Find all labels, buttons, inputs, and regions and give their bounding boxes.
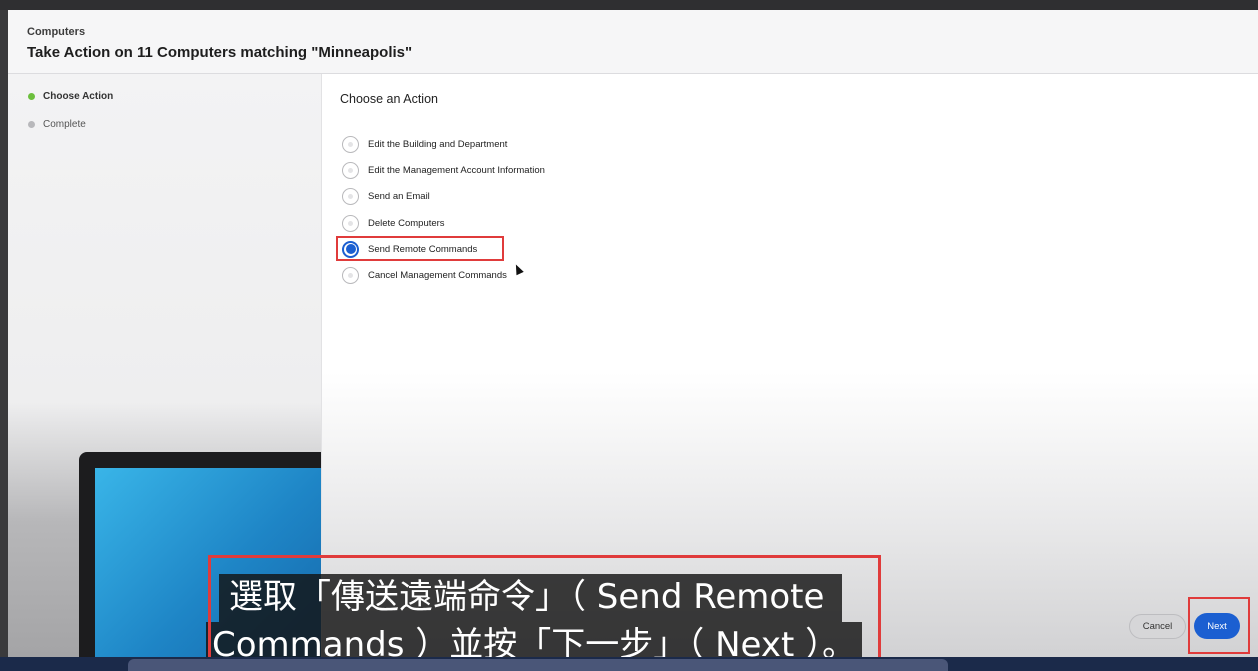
radio-icon[interactable] (342, 135, 359, 153)
step-complete: Complete (28, 119, 86, 130)
selected-option-highlight (336, 236, 504, 261)
option-label: Edit the Building and Department (368, 138, 508, 150)
option-delete-computers[interactable]: Delete Computers (342, 213, 445, 233)
next-button-highlight (1188, 597, 1250, 654)
page-title: Take Action on 11 Computers matching "Mi… (27, 44, 413, 61)
step-choose-action: Choose Action (28, 91, 113, 102)
radio-icon[interactable] (342, 266, 359, 284)
breadcrumb[interactable]: Computers (27, 26, 85, 38)
step-pending-dot-icon (28, 121, 35, 128)
option-label: Delete Computers (368, 217, 445, 229)
window-top-strip (0, 0, 1258, 10)
step-label: Choose Action (43, 91, 114, 102)
option-cancel-management-commands[interactable]: Cancel Management Commands (342, 265, 507, 285)
option-label: Send an Email (368, 190, 430, 202)
option-label: Edit the Management Account Information (368, 164, 545, 176)
radio-icon[interactable] (342, 214, 359, 232)
step-label: Complete (43, 119, 86, 130)
option-label: Cancel Management Commands (368, 269, 507, 281)
section-heading: Choose an Action (340, 92, 438, 106)
option-edit-management-account[interactable]: Edit the Management Account Information (342, 160, 545, 180)
page-header: Computers Take Action on 11 Computers ma… (8, 10, 1258, 74)
option-send-email[interactable]: Send an Email (342, 186, 430, 206)
option-edit-building-department[interactable]: Edit the Building and Department (342, 134, 507, 154)
caption-highlight (208, 555, 881, 669)
step-active-dot-icon (28, 93, 35, 100)
dock-bar (0, 657, 1258, 671)
radio-icon[interactable] (342, 187, 359, 205)
dock-tray (128, 659, 948, 671)
radio-icon[interactable] (342, 161, 359, 179)
cancel-button[interactable]: Cancel (1129, 614, 1186, 639)
